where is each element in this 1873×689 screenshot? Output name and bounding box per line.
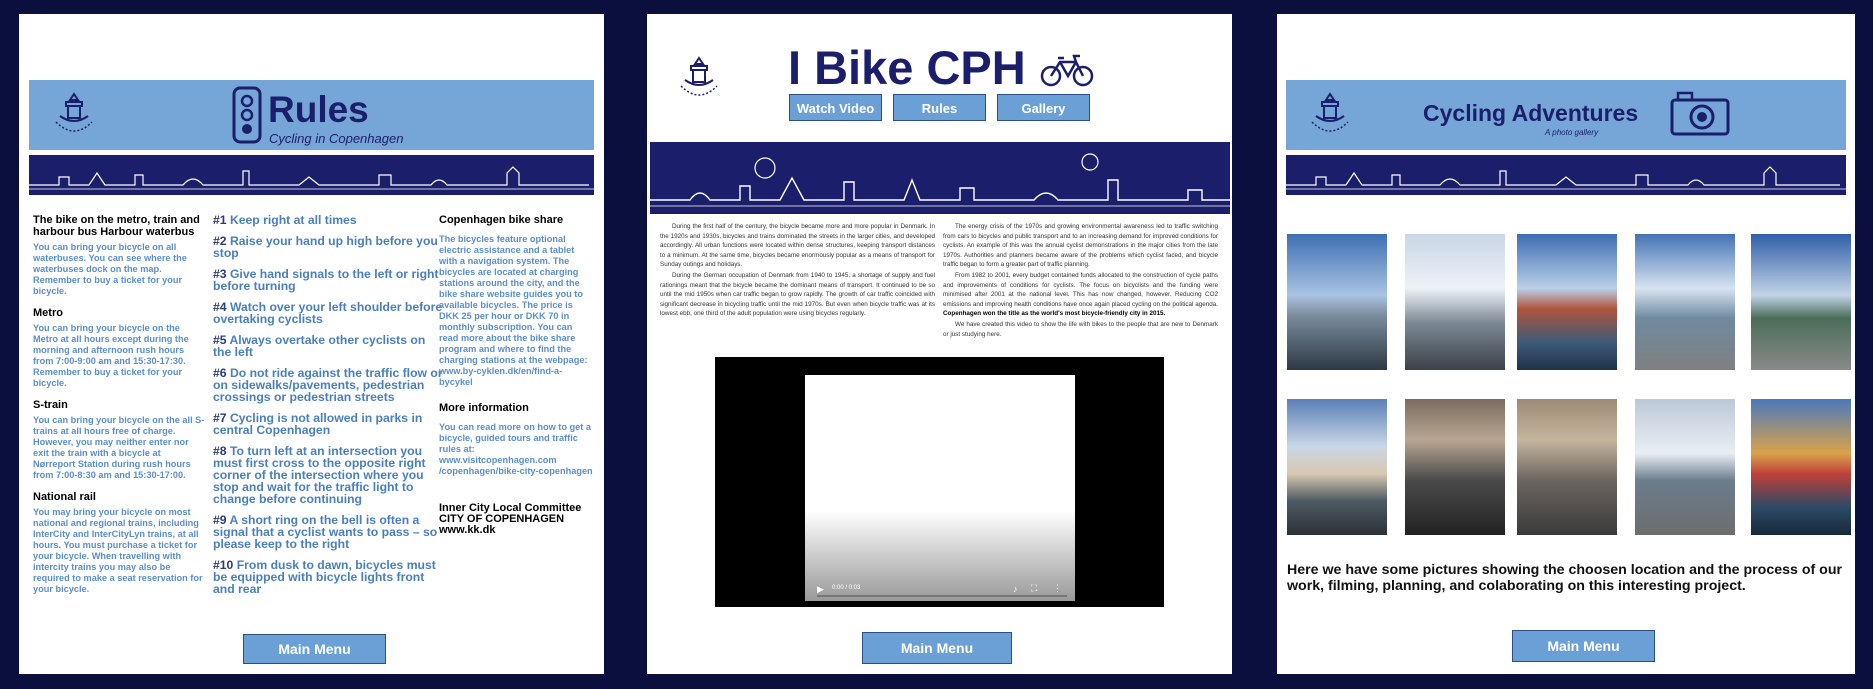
main-menu-button[interactable]: Main Menu xyxy=(1512,630,1655,662)
main-menu-button[interactable]: Main Menu xyxy=(862,632,1012,664)
skyline-banner xyxy=(29,155,594,195)
gallery-photo[interactable] xyxy=(1287,399,1387,535)
history-column-left: During the first half of the century, th… xyxy=(660,222,935,320)
nav-watch-video[interactable]: Watch Video xyxy=(789,94,882,121)
section-body: You can bring your bicycle on all waterb… xyxy=(33,242,187,296)
gallery-photo[interactable] xyxy=(1635,234,1735,370)
bike-share-body: The bicycles feature optional electric a… xyxy=(439,234,588,387)
gallery-caption: Here we have some pictures showing the c… xyxy=(1287,562,1843,594)
gallery-page: Cycling Adventures A photo gallery Here … xyxy=(1277,14,1855,674)
rule-item: #5 Always overtake other cyclists on the… xyxy=(213,333,426,359)
city-seal-icon xyxy=(55,92,93,132)
video-progress-bar[interactable] xyxy=(817,595,1067,597)
page-title: Cycling Adventures xyxy=(1423,100,1639,126)
skyline-banner xyxy=(1286,155,1846,195)
volume-icon[interactable]: ♪ xyxy=(1013,584,1018,594)
gallery-photo[interactable] xyxy=(1517,234,1617,370)
play-icon[interactable]: ▶ xyxy=(817,584,824,595)
nav-gallery[interactable]: Gallery xyxy=(997,94,1090,121)
transport-info-column: The bike on the metro, train and harbour… xyxy=(33,214,205,605)
video-player[interactable]: ▶ 0:00 / 0:03 ♪ ⛶ ⋮ xyxy=(715,357,1164,607)
section-title: The bike on the metro, train and harbour… xyxy=(33,214,200,238)
section-title: Metro xyxy=(33,307,63,319)
rule-item: #9 A short ring on the bell is often a s… xyxy=(213,513,438,551)
gallery-photo[interactable] xyxy=(1517,399,1617,535)
gallery-photo[interactable] xyxy=(1287,234,1387,370)
section-body: You can bring your bicycle on the Metro … xyxy=(33,323,189,388)
more-info-title: More information xyxy=(439,402,529,414)
committee-link[interactable]: www.kk.dk xyxy=(439,525,594,536)
page-title: Rules xyxy=(268,89,369,130)
gallery-photo[interactable] xyxy=(1751,399,1851,535)
history-paragraph: From 1982 to 2001, every budget containe… xyxy=(943,271,1218,318)
gallery-photo[interactable] xyxy=(1405,399,1505,535)
history-paragraph: The energy crisis of the 1970s and growi… xyxy=(943,223,1218,269)
home-page: I Bike CPH Watch Video Rules Gallery Dur… xyxy=(647,14,1232,674)
bike-share-column: Copenhagen bike share The bicycles featu… xyxy=(439,214,594,536)
history-paragraph: During the first half of the century, th… xyxy=(660,223,935,269)
rules-list: #1 Keep right at all times #2 Raise your… xyxy=(213,214,443,604)
gallery-photo[interactable] xyxy=(1405,234,1505,370)
more-info-body: You can read more on how to get a bicycl… xyxy=(439,422,593,476)
site-title: I Bike CPH xyxy=(788,41,1026,94)
video-time: 0:00 / 0:03 xyxy=(832,585,861,591)
more-options-icon[interactable]: ⋮ xyxy=(1053,583,1062,594)
traffic-light-icon xyxy=(232,86,262,144)
rule-item: #3 Give hand signals to the left or righ… xyxy=(213,267,439,293)
rule-item: #4 Watch over your left shoulder before … xyxy=(213,300,443,326)
bike-share-title: Copenhagen bike share xyxy=(439,214,564,226)
rules-page: Rules Cycling in Copenhagen The bike on … xyxy=(19,14,604,674)
main-menu-button[interactable]: Main Menu xyxy=(243,634,386,664)
skyline-banner xyxy=(650,142,1230,214)
rule-item: #2 Raise your hand up high before you st… xyxy=(213,234,438,260)
city-seal-icon xyxy=(1311,92,1349,132)
fullscreen-icon[interactable]: ⛶ xyxy=(1031,583,1037,594)
page-subtitle: Cycling in Copenhagen xyxy=(269,131,404,146)
history-paragraph: We have created this video to show the l… xyxy=(943,320,1218,338)
history-column-right: The energy crisis of the 1970s and growi… xyxy=(943,222,1218,340)
nav-rules[interactable]: Rules xyxy=(893,94,986,121)
history-paragraph: During the German occupation of Denmark … xyxy=(660,271,935,318)
rule-item: #7 Cycling is not allowed in parks in ce… xyxy=(213,411,423,437)
bicycle-icon xyxy=(1040,54,1094,87)
video-controls: ▶ 0:00 / 0:03 ♪ ⛶ ⋮ xyxy=(817,582,1067,597)
rule-item: #10 From dusk to dawn, bicycles must be … xyxy=(213,558,436,596)
gallery-photo[interactable] xyxy=(1635,399,1735,535)
city-seal-icon xyxy=(680,56,718,96)
rule-item: #6 Do not ride against the traffic flow … xyxy=(213,366,443,404)
rule-item: #1 Keep right at all times xyxy=(213,213,357,227)
section-title: S-train xyxy=(33,399,68,411)
page-subtitle: A photo gallery xyxy=(1545,128,1599,137)
section-body: You may bring your bicycle on most natio… xyxy=(33,507,203,594)
camera-icon xyxy=(1670,91,1730,136)
section-body: You can bring your bicycle on the all S-… xyxy=(33,415,205,480)
gallery-photo[interactable] xyxy=(1751,234,1851,370)
rule-item: #8 To turn left at an intersection you m… xyxy=(213,444,426,506)
video-frame xyxy=(805,375,1075,601)
section-title: National rail xyxy=(33,491,96,503)
